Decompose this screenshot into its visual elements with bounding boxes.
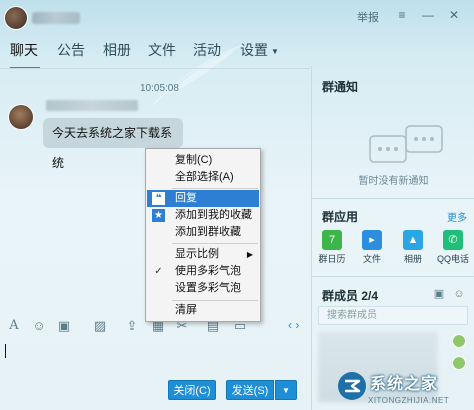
menu-item-select-all[interactable]: 全部选择(A) (147, 169, 259, 186)
gif-icon[interactable]: ▣ (56, 318, 72, 334)
menu-item-set-colorful-bubble[interactable]: 设置多彩气泡 (147, 280, 259, 297)
member-manage-icon[interactable]: ▣ (432, 287, 446, 301)
close-button[interactable]: 关闭(C) (168, 380, 216, 400)
tab-album[interactable]: 相册 (103, 40, 131, 60)
minimize-icon[interactable]: — (420, 7, 436, 23)
emoji-icon[interactable]: ☺ (31, 318, 47, 334)
divider (312, 276, 474, 277)
send-button[interactable]: 发送(S) (226, 380, 274, 400)
image-icon[interactable]: ▨ (92, 318, 108, 334)
menu-item-label: 使用多彩气泡 (175, 265, 241, 277)
title-bar: 举报 ≡ — ✕ (0, 0, 474, 36)
tab-settings-label: 设置 (240, 42, 268, 58)
tab-settings[interactable]: 设置 ▼ (240, 40, 279, 60)
sender-name-redacted (46, 100, 138, 111)
app-group-calendar[interactable]: 7 群日历 (315, 230, 349, 265)
menu-separator (172, 188, 258, 189)
message-timestamp: 10:05:08 (140, 83, 179, 94)
qq-group-chat-window: 举报 ≡ — ✕ 聊天 公告 相册 文件 活动 设置 ▼ 10:05:08 今天去… (0, 0, 474, 410)
star-icon: ★ (152, 209, 165, 222)
group-apps-title: 群应用 (322, 210, 359, 224)
app-label: 文件 (362, 254, 381, 264)
divider (312, 198, 474, 199)
submenu-arrow-icon: ▶ (246, 250, 253, 259)
menu-item-label: 回复 (175, 192, 197, 204)
message-bubble[interactable]: 今天去系统之家下载系统 (43, 118, 183, 170)
tab-bar: 聊天 公告 相册 文件 活动 设置 ▼ (0, 40, 310, 69)
app-label: QQ电话 (436, 254, 469, 264)
menu-item-display-zoom[interactable]: 显示比例 ▶ (147, 246, 259, 263)
app-label: 相册 (403, 254, 422, 264)
group-notice-title: 群通知 (322, 80, 359, 94)
right-panel: 群通知 暂时没有新通知 群应用 更多 7 群日历 ▸ 文件 ▲ 相册 ✆ QQ电… (311, 66, 474, 410)
group-members-title: 群成员 2/4 (322, 289, 379, 303)
sender-avatar[interactable] (8, 104, 34, 130)
watermark-logo-icon (338, 372, 366, 400)
chevron-down-icon: ▼ (271, 46, 279, 56)
tab-chat[interactable]: 聊天 (10, 40, 38, 60)
calendar-icon: 7 (322, 230, 342, 250)
font-icon[interactable]: A (6, 318, 22, 334)
tab-files[interactable]: 文件 (148, 40, 176, 60)
context-menu: 复制(C) 全部选择(A) ❝ 回复 ★ 添加到我的收藏 添加到群收藏 显示比例… (145, 148, 261, 322)
toolbar-scroll-arrows[interactable]: ‹ › (288, 318, 299, 332)
report-link[interactable]: 举报 (357, 9, 379, 25)
group-name-redacted (32, 12, 80, 24)
menu-item-use-colorful-bubble[interactable]: ✓ 使用多彩气泡 (147, 263, 259, 280)
hamburger-icon[interactable]: ≡ (394, 7, 410, 23)
menu-item-clear-screen[interactable]: 清屏 (147, 302, 259, 319)
tab-announcements[interactable]: 公告 (57, 40, 85, 60)
menu-item-add-to-group-favorites[interactable]: 添加到群收藏 (147, 224, 259, 241)
watermark-text: 系统之家 (370, 376, 439, 393)
member-add-icon[interactable]: ☺ (452, 287, 466, 301)
group-avatar[interactable] (4, 6, 28, 30)
site-watermark: 系统之家 XITONGZHIJIA.NET (332, 366, 474, 410)
send-options-dropdown[interactable]: ▼ (275, 380, 297, 400)
photo-icon: ▲ (403, 230, 423, 250)
folder-icon: ▸ (362, 230, 382, 250)
reply-icon: ❝ (152, 192, 165, 205)
member-search-input[interactable]: 搜索群成员 (318, 306, 468, 325)
tab-activities[interactable]: 活动 (193, 40, 221, 60)
app-label: 群日历 (318, 254, 346, 264)
notice-empty-icon (369, 125, 443, 163)
menu-item-label: 显示比例 (175, 248, 219, 260)
checkmark-icon: ✓ (154, 266, 163, 277)
notice-empty-text: 暂时没有新通知 (358, 176, 429, 187)
message-input[interactable] (0, 338, 310, 376)
member-avatar[interactable] (452, 334, 466, 348)
menu-item-add-to-favorites[interactable]: ★ 添加到我的收藏 (147, 207, 259, 224)
chevron-down-icon: ▼ (282, 386, 290, 395)
more-apps-link[interactable]: 更多 (447, 209, 467, 224)
upload-icon[interactable]: ⇪ (124, 318, 140, 334)
menu-separator (172, 243, 258, 244)
close-icon[interactable]: ✕ (446, 7, 462, 23)
divider (0, 68, 310, 69)
menu-item-label: 添加到我的收藏 (175, 209, 252, 221)
app-album[interactable]: ▲ 相册 (396, 230, 430, 265)
watermark-url: XITONGZHIJIA.NET (368, 396, 450, 405)
app-qq-phone[interactable]: ✆ QQ电话 (436, 230, 470, 265)
text-caret (5, 344, 6, 358)
phone-icon: ✆ (443, 230, 463, 250)
menu-separator (172, 300, 258, 301)
menu-item-reply[interactable]: ❝ 回复 (147, 190, 259, 207)
app-files[interactable]: ▸ 文件 (355, 230, 389, 265)
menu-item-copy[interactable]: 复制(C) (147, 152, 259, 169)
